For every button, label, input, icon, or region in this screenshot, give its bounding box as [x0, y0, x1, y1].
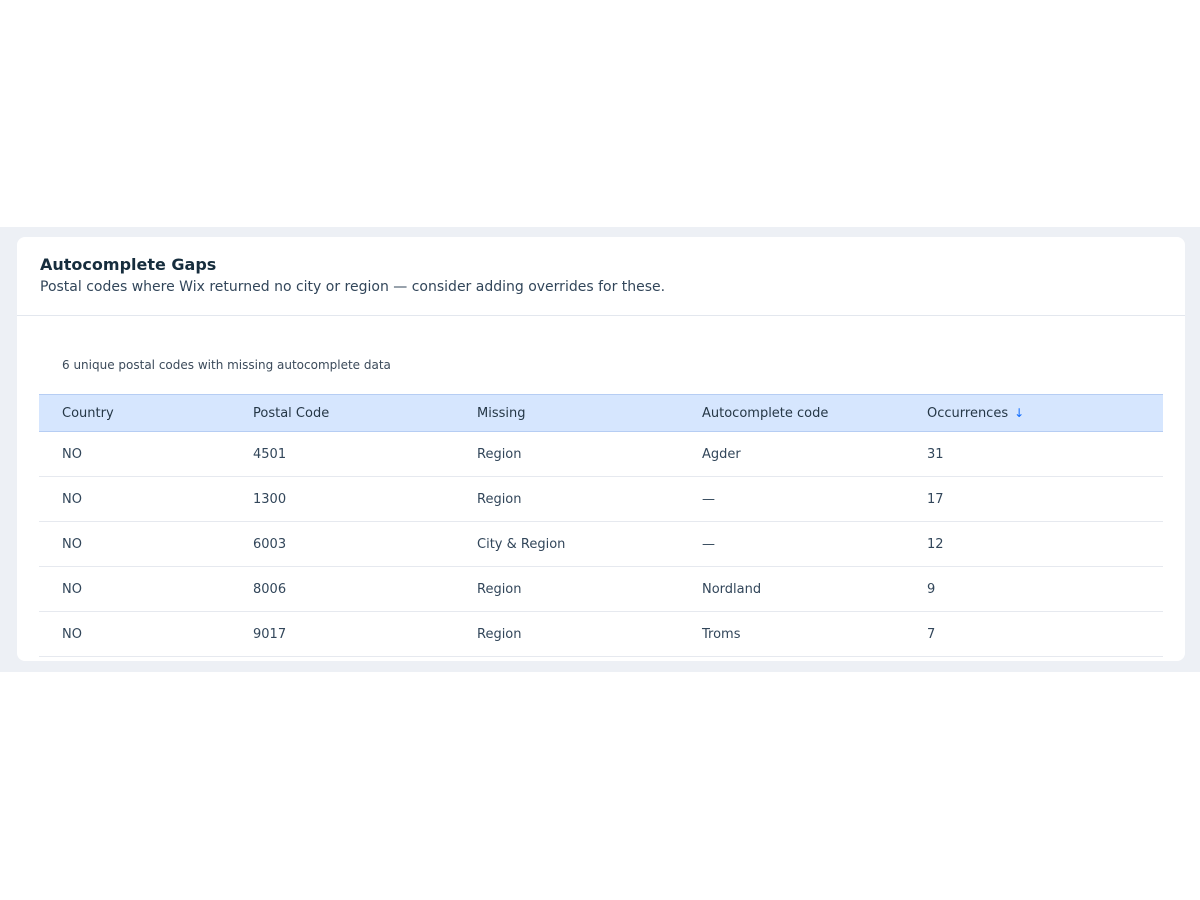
- column-header-label: Missing: [477, 405, 526, 421]
- table-body: NO 4501 Region Agder 31 NO 1300 Region — 17 NO 6003…: [39, 432, 1163, 657]
- table-row[interactable]: NO 6003 City & Region — 12: [39, 522, 1163, 567]
- card-title: Autocomplete Gaps: [40, 255, 217, 274]
- table-row[interactable]: NO 8006 Region Nordland 9: [39, 567, 1163, 612]
- postal-code-cell: 6003: [253, 536, 287, 552]
- country-cell: NO: [62, 536, 82, 552]
- column-header-country[interactable]: Country: [39, 406, 253, 421]
- table-row[interactable]: NO 1300 Region — 17: [39, 477, 1163, 522]
- column-header-missing[interactable]: Missing: [477, 406, 702, 421]
- autocomplete-code-cell: —: [702, 491, 715, 507]
- column-header-postal-code[interactable]: Postal Code: [253, 406, 477, 421]
- autocomplete-code-cell: —: [702, 536, 715, 552]
- card-header: Autocomplete Gaps Postal codes where Wix…: [17, 237, 1185, 316]
- missing-cell: City & Region: [477, 536, 566, 552]
- column-header-autocomplete-code[interactable]: Autocomplete code: [702, 406, 927, 421]
- table-row[interactable]: NO 4501 Region Agder 31: [39, 432, 1163, 477]
- column-header-label: Postal Code: [253, 405, 330, 421]
- missing-cell: Region: [477, 581, 522, 597]
- table-header: Country Postal Code Missing Autocomplete…: [39, 394, 1163, 432]
- country-cell: NO: [62, 491, 82, 507]
- summary-text: 6 unique postal codes with missing autoc…: [62, 358, 391, 372]
- card-body[interactable]: 6 unique postal codes with missing autoc…: [17, 316, 1185, 660]
- occurrences-cell: 12: [927, 536, 944, 552]
- postal-code-cell: 1300: [253, 491, 287, 507]
- content-background: Autocomplete Gaps Postal codes where Wix…: [0, 227, 1200, 672]
- missing-cell: Region: [477, 491, 522, 507]
- country-cell: NO: [62, 446, 82, 462]
- autocomplete-code-cell: Troms: [702, 626, 741, 642]
- arrow-down-icon[interactable]: ↓: [1014, 407, 1024, 419]
- gaps-table: Country Postal Code Missing Autocomplete…: [39, 394, 1163, 657]
- column-header-label: Occurrences: [927, 405, 1009, 421]
- autocomplete-gaps-card: Autocomplete Gaps Postal codes where Wix…: [17, 237, 1185, 661]
- postal-code-cell: 8006: [253, 581, 287, 597]
- autocomplete-code-cell: Agder: [702, 446, 741, 462]
- column-header-occurrences[interactable]: Occurrences ↓: [927, 406, 1163, 421]
- country-cell: NO: [62, 626, 82, 642]
- country-cell: NO: [62, 581, 82, 597]
- missing-cell: Region: [477, 626, 522, 642]
- card-subtitle: Postal codes where Wix returned no city …: [40, 279, 666, 295]
- postal-code-cell: 9017: [253, 626, 287, 642]
- occurrences-cell: 9: [927, 581, 936, 597]
- column-header-label: Country: [62, 405, 114, 421]
- occurrences-cell: 7: [927, 626, 936, 642]
- autocomplete-code-cell: Nordland: [702, 581, 762, 597]
- occurrences-cell: 31: [927, 446, 944, 462]
- postal-code-cell: 4501: [253, 446, 287, 462]
- occurrences-cell: 17: [927, 491, 944, 507]
- table-row[interactable]: NO 9017 Region Troms 7: [39, 612, 1163, 657]
- missing-cell: Region: [477, 446, 522, 462]
- column-header-label: Autocomplete code: [702, 405, 829, 421]
